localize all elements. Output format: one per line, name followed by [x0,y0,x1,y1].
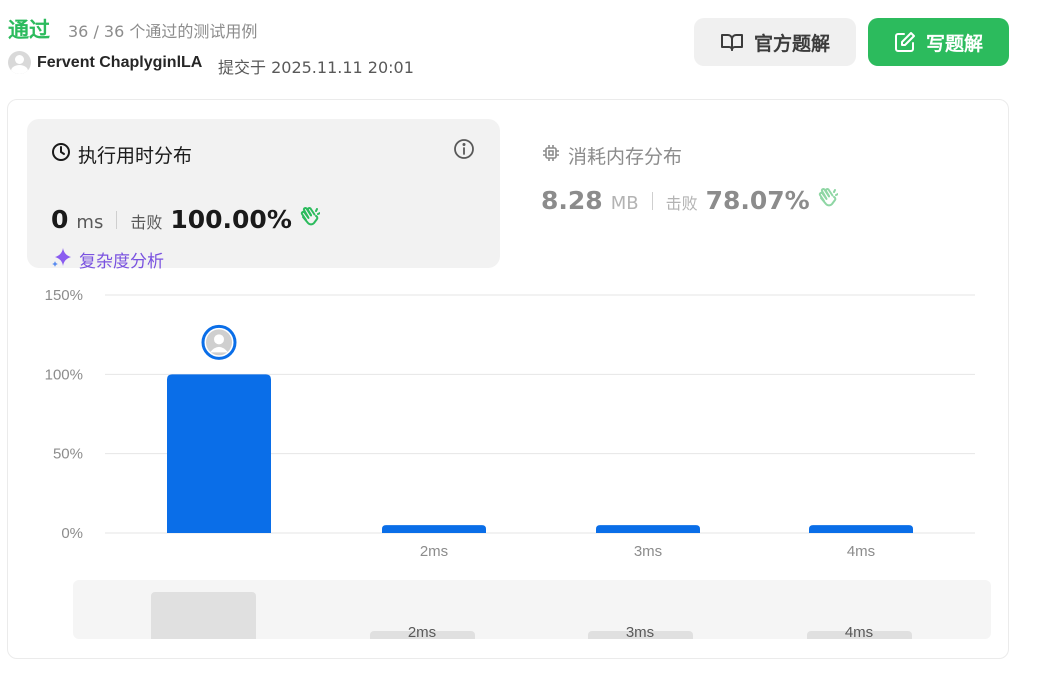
book-icon [720,32,744,52]
memory-beat-label: 击败 [665,194,698,213]
memory-title[interactable]: 消耗内存分布 [541,142,682,169]
minimap-bar [151,592,256,639]
memory-title-label: 消耗内存分布 [568,146,683,168]
runtime-unit: ms [76,212,104,233]
x-tick-label: 3ms [634,543,662,560]
runtime-value: 0 [51,205,69,234]
memory-beat-percent: 78.07% [705,186,810,215]
write-solution-button[interactable]: 写题解 [868,18,1009,66]
official-solution-label: 官方题解 [753,32,830,55]
metric-divider [116,210,118,229]
clap-icon [298,206,321,233]
x-tick-label: 2ms [420,543,448,560]
edit-icon [894,31,916,53]
chart-bar[interactable] [167,374,271,533]
chart-bar[interactable] [809,525,913,533]
clap-icon [816,187,839,214]
write-solution-label: 写题解 [925,32,983,55]
result-card: 执行用时分布 0 ms 击败 100.00% 复杂度分析 消耗内存分布 8.28… [7,99,1009,659]
chart-bar[interactable] [596,525,700,533]
y-tick-label: 100% [45,366,83,383]
x-tick-label: 4ms [847,543,875,560]
runtime-title: 执行用时分布 [51,141,192,168]
runtime-panel[interactable]: 执行用时分布 0 ms 击败 100.00% 复杂度分析 [27,119,500,272]
testcase-count: 36 / 36 个通过的测试用例 [68,22,258,41]
metric-divider [651,191,653,210]
avatar-head-icon [214,334,224,345]
memory-metric: 8.28 MB 击败 78.07% [541,186,839,215]
chip-icon [541,143,561,168]
avatar-body-icon [210,346,228,353]
user-marker-avatar [201,324,237,360]
memory-unit: MB [610,193,639,214]
y-tick-label: 0% [61,525,83,542]
y-tick-label: 150% [45,287,83,304]
info-icon[interactable] [453,138,475,165]
minimap-label: 3ms [625,624,655,639]
chart-bar[interactable] [382,525,486,533]
clock-icon [51,142,71,167]
runtime-title-label: 执行用时分布 [78,145,193,167]
minimap-label: 4ms [844,624,874,639]
status-title: 通过 [8,18,50,42]
avatar[interactable] [8,51,31,74]
memory-value: 8.28 [541,186,603,215]
runtime-metric: 0 ms 击败 100.00% [51,205,321,234]
avatar-background [206,329,232,356]
complexity-analysis-link[interactable]: 复杂度分析 [51,246,164,273]
minimap-label: 2ms [407,624,437,639]
official-solution-button[interactable]: 官方题解 [694,18,856,66]
runtime-beat-label: 击败 [130,213,163,232]
sparkle-icon [51,246,73,273]
username[interactable]: Fervent ChaplyginlLA [37,54,202,72]
y-tick-label: 50% [53,446,83,463]
submit-time: 提交于 2025.11.11 20:01 [218,58,414,77]
chart-minimap[interactable]: 2ms 3ms 4ms [73,580,991,639]
runtime-beat-percent: 100.00% [170,205,292,234]
complexity-analysis-label: 复杂度分析 [79,252,164,272]
